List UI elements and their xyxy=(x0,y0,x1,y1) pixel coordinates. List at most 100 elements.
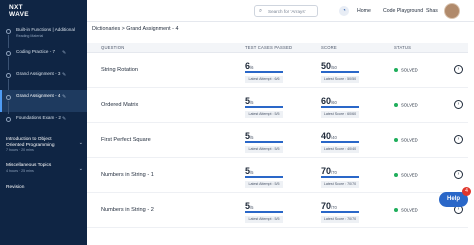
latest-score: Latest Score : 70/70 xyxy=(321,216,359,223)
section-meta: 4 hours · 25 mins xyxy=(6,168,34,173)
sidebar-item-title: Foundations Exam - 2 xyxy=(16,115,61,120)
sidebar-item-built-in-functions[interactable]: Built-in Functions | Additional Reading … xyxy=(0,24,87,48)
search-icon: ⌕ xyxy=(259,8,263,14)
progress-fill xyxy=(245,211,283,213)
sidebar-section-misc[interactable]: Miscellaneous Topics 4 hours · 25 mins ⌄ xyxy=(0,160,87,182)
status-badge: SOLVED xyxy=(394,172,418,177)
search-input[interactable]: ⌕ Search for 'Arrays' xyxy=(254,5,318,17)
latest-score: Latest Score : 60/60 xyxy=(321,111,359,118)
logo-line-2: WAVE xyxy=(9,11,29,18)
sidebar-item-title: Coding Practice - 7 xyxy=(16,49,56,54)
notification-badge: 4 xyxy=(462,187,471,196)
status-dot-icon xyxy=(6,117,11,122)
latest-attempt: Latest Attempt : 5/5 xyxy=(245,146,283,153)
score-progress-bar xyxy=(321,71,359,73)
question-name[interactable]: Numbers in String - 2 xyxy=(101,207,154,213)
column-header-question: QUESTION xyxy=(101,45,125,50)
table-header: QUESTION TEST CASES PASSED SCORE STATUS xyxy=(87,43,468,53)
solved-dot-icon xyxy=(394,207,398,212)
solved-dot-icon xyxy=(394,172,398,177)
streak-icon[interactable]: ◔ xyxy=(339,6,349,16)
status-text: SOLVED xyxy=(401,137,418,143)
score-progress-bar xyxy=(321,176,359,178)
question-name[interactable]: String Rotation xyxy=(101,67,138,73)
test-cases-progress-bar xyxy=(245,71,283,73)
total-count: /5 xyxy=(250,205,254,210)
test-cases-progress-bar xyxy=(245,211,283,213)
sidebar-item-title: Grand Assignment - 4 xyxy=(16,93,61,98)
user-name[interactable]: Shas xyxy=(426,8,438,14)
table-row[interactable]: Ordered Matrix 5/5 Latest Attempt : 5/5 … xyxy=(87,88,468,123)
status-text: SOLVED xyxy=(401,102,418,108)
score-value: 50 xyxy=(321,61,332,71)
table-row[interactable]: String Rotation 6/6 Latest Attempt : 6/6… xyxy=(87,53,468,88)
section-meta: 7 hours · 20 mins xyxy=(6,148,34,153)
sidebar-item-grand-assignment-3[interactable]: Grand Assignment - 3 ✎ xyxy=(0,68,87,92)
progress-fill xyxy=(321,71,359,73)
question-name[interactable]: First Perfect Square xyxy=(101,137,151,143)
total-count: /5 xyxy=(250,135,254,140)
status-dot-icon xyxy=(6,95,11,100)
solved-dot-icon xyxy=(394,137,398,142)
status-badge: SOLVED xyxy=(394,137,418,142)
questions-table: QUESTION TEST CASES PASSED SCORE STATUS … xyxy=(87,43,468,228)
table-row[interactable]: First Perfect Square 5/5 Latest Attempt … xyxy=(87,123,468,158)
score-total: /70 xyxy=(331,170,337,175)
score-total: /40 xyxy=(331,135,337,140)
app-root: NXT WAVE Built-in Functions | Additional… xyxy=(0,0,474,245)
nav-code-playground-link[interactable]: Code Playground xyxy=(383,8,423,14)
test-cases-progress-bar xyxy=(245,106,283,108)
status-badge: SOLVED xyxy=(394,102,418,107)
latest-score: Latest Score : 40/40 xyxy=(321,146,359,153)
sidebar-item-coding-practice-7[interactable]: Coding Practice - 7 ✎ xyxy=(0,46,87,70)
sidebar: NXT WAVE Built-in Functions | Additional… xyxy=(0,0,87,245)
open-question-arrow-icon[interactable]: › xyxy=(454,135,463,144)
score-progress-bar xyxy=(321,141,359,143)
logo[interactable]: NXT WAVE xyxy=(9,4,39,22)
score-total: /70 xyxy=(331,205,337,210)
status-text: SOLVED xyxy=(401,172,418,178)
solved-dot-icon xyxy=(394,102,398,107)
sidebar-item-foundations-exam-2[interactable]: Foundations Exam - 2 ✎ xyxy=(0,112,87,134)
sidebar-item-grand-assignment-4[interactable]: Grand Assignment - 4 ✎ xyxy=(0,90,87,114)
question-name[interactable]: Numbers in String - 1 xyxy=(101,172,154,178)
progress-fill xyxy=(321,176,359,178)
sidebar-section-revision[interactable]: Revision xyxy=(0,182,87,204)
latest-score: Latest Score : 70/70 xyxy=(321,181,359,188)
column-header-status: STATUS xyxy=(394,45,412,50)
score-value: 40 xyxy=(321,131,332,141)
chevron-down-icon: ⌄ xyxy=(78,166,83,172)
latest-attempt: Latest Attempt : 5/5 xyxy=(245,216,283,223)
edit-icon: ✎ xyxy=(62,72,67,78)
edit-icon: ✎ xyxy=(62,94,67,100)
breadcrumb[interactable]: Dictionaries > Grand Assignment - 4 xyxy=(92,26,178,32)
logo-line-1: NXT xyxy=(9,4,23,11)
sidebar-item-title: Grand Assignment - 3 xyxy=(16,71,61,76)
table-row[interactable]: Numbers in String - 2 5/5 Latest Attempt… xyxy=(87,193,468,228)
total-count: /5 xyxy=(250,100,254,105)
sidebar-section-oop[interactable]: Introduction to Object Oriented Programm… xyxy=(0,134,87,156)
nav-home-link[interactable]: Home xyxy=(357,8,371,14)
solved-dot-icon xyxy=(394,67,398,72)
score-value: 60 xyxy=(321,96,332,106)
question-name[interactable]: Ordered Matrix xyxy=(101,102,138,108)
progress-fill xyxy=(321,211,359,213)
avatar[interactable] xyxy=(444,3,460,19)
test-cases-progress-bar xyxy=(245,141,283,143)
table-row[interactable]: Numbers in String - 1 5/5 Latest Attempt… xyxy=(87,158,468,193)
status-badge: SOLVED xyxy=(394,67,418,72)
edit-icon: ✎ xyxy=(62,50,67,56)
progress-fill xyxy=(321,141,359,143)
status-text: SOLVED xyxy=(401,67,418,73)
progress-fill xyxy=(245,106,283,108)
chevron-down-icon: ⌄ xyxy=(78,140,83,146)
score-progress-bar xyxy=(321,211,359,213)
status-dot-icon xyxy=(6,51,11,56)
status-dot-icon xyxy=(6,29,11,34)
open-question-arrow-icon[interactable]: › xyxy=(454,170,463,179)
open-question-arrow-icon[interactable]: › xyxy=(454,65,463,74)
open-question-arrow-icon[interactable]: › xyxy=(454,100,463,109)
latest-score: Latest Score : 50/50 xyxy=(321,76,359,83)
latest-attempt: Latest Attempt : 6/6 xyxy=(245,76,283,83)
score-total: /60 xyxy=(331,100,337,105)
